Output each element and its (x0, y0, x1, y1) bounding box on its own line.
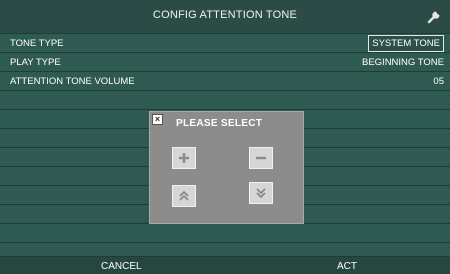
empty-row (0, 242, 450, 256)
setting-label: ATTENTION TONE VOLUME (10, 76, 135, 87)
close-icon[interactable]: × (152, 114, 163, 125)
header-bar: CONFIG ATTENTION TONE (0, 0, 450, 33)
setting-row-play-type[interactable]: PLAY TYPE BEGINNING TONE (0, 52, 450, 71)
setting-value[interactable]: BEGINNING TONE (362, 57, 444, 68)
wrench-icon[interactable] (426, 7, 444, 25)
empty-row (0, 223, 450, 242)
popup-title: PLEASE SELECT (176, 118, 263, 129)
act-button[interactable]: ACT (337, 261, 357, 272)
setting-label: TONE TYPE (10, 38, 64, 49)
page-up-button[interactable] (172, 185, 196, 207)
setting-row-tone-type[interactable]: TONE TYPE SYSTEM TONE (0, 33, 450, 52)
cancel-button[interactable]: CANCEL (101, 261, 142, 272)
increase-button[interactable] (172, 147, 196, 169)
setting-value[interactable]: 05 (433, 76, 444, 87)
double-chevron-up-icon (179, 190, 189, 201)
config-attention-tone-screen: CONFIG ATTENTION TONE TONE TYPE SYSTEM T… (0, 0, 450, 274)
plus-icon (179, 153, 189, 163)
setting-value[interactable]: SYSTEM TONE (368, 35, 444, 52)
page-title: CONFIG ATTENTION TONE (152, 9, 298, 21)
setting-row-attention-tone-volume[interactable]: ATTENTION TONE VOLUME 05 (0, 71, 450, 90)
footer-bar: CANCEL ACT (0, 256, 450, 274)
empty-row (0, 90, 450, 109)
minus-icon (256, 156, 266, 160)
double-chevron-down-icon (256, 188, 266, 199)
select-popup: × PLEASE SELECT (149, 111, 304, 224)
page-down-button[interactable] (249, 182, 273, 204)
setting-label: PLAY TYPE (10, 57, 61, 68)
decrease-button[interactable] (249, 147, 273, 169)
